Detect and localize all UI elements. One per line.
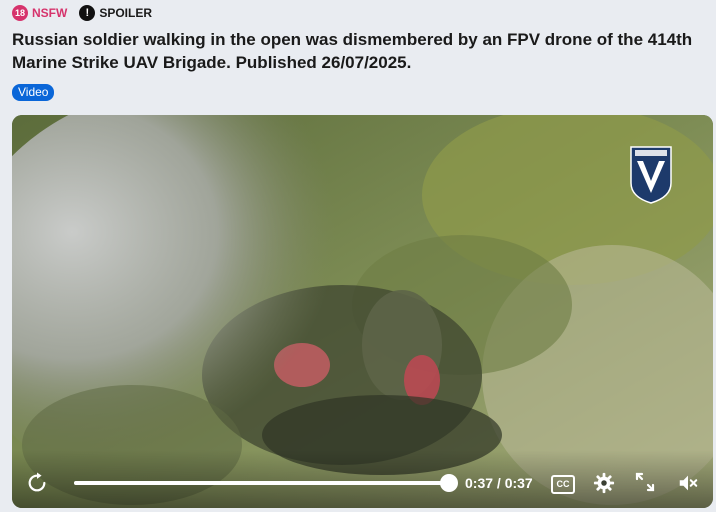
video-player[interactable]: 0:37 / 0:37 CC [12, 115, 713, 508]
progress-thumb[interactable] [440, 474, 458, 492]
nsfw-18-icon: 18 [12, 5, 28, 21]
captions-button[interactable]: CC [551, 475, 575, 494]
post-flair[interactable]: Video [12, 84, 55, 101]
spoiler-warning-icon: ! [79, 5, 96, 21]
time-display: 0:37 / 0:37 [465, 475, 533, 491]
nsfw-label: NSFW [32, 6, 68, 20]
spoiler-label: SPOILER [99, 6, 153, 20]
muted-speaker-icon[interactable] [677, 472, 699, 494]
progress-bar[interactable] [74, 474, 458, 492]
brigade-logo-icon [630, 146, 672, 204]
fullscreen-icon[interactable] [635, 472, 655, 492]
settings-gear-icon[interactable] [593, 472, 615, 494]
post-title[interactable]: Russian soldier walking in the open was … [12, 28, 702, 74]
spoiler-tag[interactable]: ! SPOILER [79, 5, 152, 21]
replay-icon[interactable] [26, 472, 48, 494]
video-controls: 0:37 / 0:37 CC [12, 450, 713, 508]
nsfw-tag[interactable]: 18 NSFW [12, 5, 67, 21]
progress-fill [74, 481, 449, 485]
post-tags: 18 NSFW ! SPOILER [12, 5, 152, 21]
